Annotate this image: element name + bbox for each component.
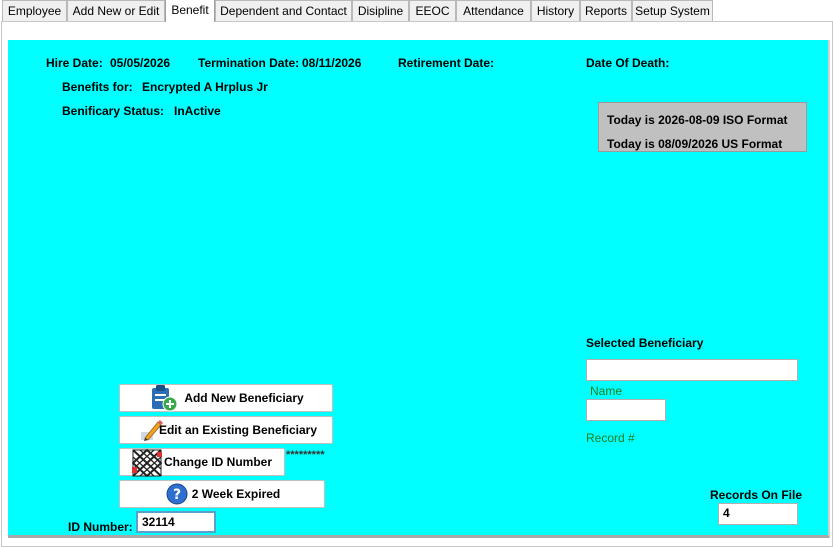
tab-dependent-and-contact[interactable]: Dependent and Contact <box>215 0 352 21</box>
retirement-date-label: Retirement Date: <box>398 56 495 70</box>
benefit-panel: Hire Date: 05/05/2026 Termination Date: … <box>1 21 833 547</box>
termination-date-value: 08/11/2026 <box>302 56 362 70</box>
today-us-text: Today is 08/09/2026 US Format <box>607 137 783 151</box>
change-id-number-button[interactable]: Change ID Number <box>119 448 285 478</box>
hire-date-value: 05/05/2026 <box>110 56 171 70</box>
tab-employee[interactable]: Employee <box>2 0 67 21</box>
today-iso-text: Today is 2026-08-09 ISO Format <box>607 113 788 127</box>
masked-id-text: ********* <box>286 449 325 461</box>
beneficiary-name-field[interactable] <box>586 359 798 381</box>
record-number-field[interactable] <box>586 399 666 421</box>
tab-reports[interactable]: Reports <box>580 0 632 21</box>
clipboard-add-icon <box>150 384 178 415</box>
two-week-expired-label: 2 Week Expired <box>191 487 281 501</box>
id-number-label: ID Number: <box>68 520 133 534</box>
tab-setup-system[interactable]: Setup System <box>632 0 713 21</box>
benefits-for-label: Benefits for: <box>62 80 133 94</box>
records-on-file-field[interactable]: 4 <box>718 503 798 525</box>
two-week-expired-button[interactable]: ? 2 Week Expired <box>119 480 325 508</box>
tab-benefit[interactable]: Benefit <box>165 0 215 22</box>
beneficiary-status-label: Benificary Status: <box>62 104 165 118</box>
svg-text:?: ? <box>173 487 181 503</box>
add-new-beneficiary-label: Add New Beneficiary <box>184 391 304 405</box>
id-number-field[interactable]: 32114 <box>136 511 216 533</box>
help-question-icon: ? <box>166 483 188 508</box>
hire-date-label: Hire Date: <box>46 56 103 70</box>
termination-date-label: Termination Date: <box>198 56 300 70</box>
edit-existing-beneficiary-label: Edit an Existing Beneficiary <box>158 423 318 437</box>
tab-history[interactable]: History <box>531 0 580 21</box>
beneficiary-status-value: InActive <box>174 104 221 118</box>
tab-eeoc[interactable]: EEOC <box>409 0 456 21</box>
benefits-for-value: Encrypted A Hrplus Jr <box>142 80 268 94</box>
change-id-number-label: Change ID Number <box>163 455 272 469</box>
tab-disipline[interactable]: Disipline <box>352 0 409 21</box>
add-new-beneficiary-button[interactable]: Add New Beneficiary <box>119 384 333 412</box>
records-on-file-label: Records On File <box>710 488 803 502</box>
edit-existing-beneficiary-button[interactable]: Edit an Existing Beneficiary <box>119 416 333 444</box>
id-card-icon <box>131 448 163 480</box>
tab-bar: Employee Add New or Edit Benefit Depende… <box>0 0 833 22</box>
today-date-box: Today is 2026-08-09 ISO Format Today is … <box>598 102 807 152</box>
selected-beneficiary-title: Selected Beneficiary <box>586 336 704 350</box>
record-number-label: Record # <box>586 431 635 445</box>
benefit-form: Hire Date: 05/05/2026 Termination Date: … <box>8 40 830 538</box>
date-of-death-label: Date Of Death: <box>586 56 670 70</box>
name-label: Name <box>590 384 623 398</box>
tab-attendance[interactable]: Attendance <box>456 0 531 21</box>
tab-add-new-or-edit[interactable]: Add New or Edit <box>67 0 165 21</box>
